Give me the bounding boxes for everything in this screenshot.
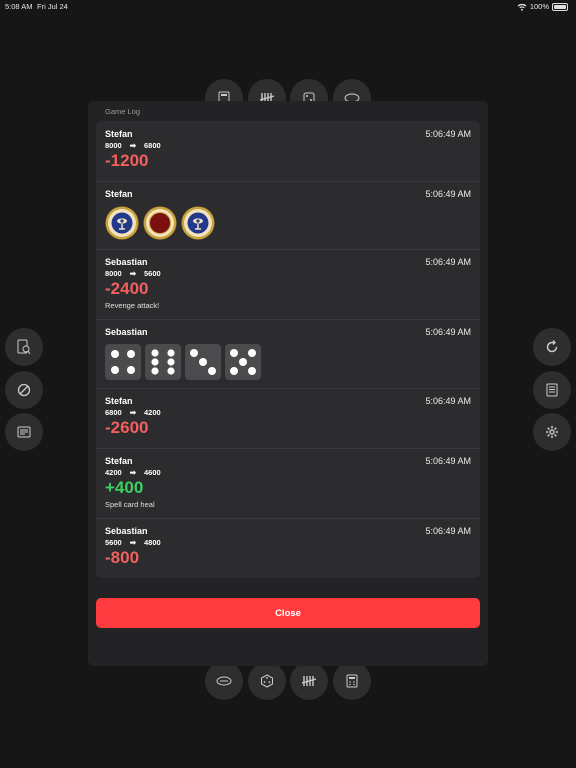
- life-from: 4200: [105, 468, 122, 477]
- settings-button[interactable]: [533, 413, 571, 451]
- life-delta: -1200: [105, 151, 149, 170]
- life-from: 6800: [105, 408, 122, 417]
- calculator-icon: [346, 674, 358, 688]
- life-to: 5600: [143, 269, 161, 278]
- entry-time: 5:06:49 AM: [425, 456, 471, 466]
- life-delta: +400: [105, 478, 144, 497]
- die-three-icon: [185, 344, 221, 380]
- wifi-icon: [517, 3, 527, 11]
- life-change: 4200 ➡ 4600: [105, 468, 161, 477]
- life-change: 6800 ➡ 4200: [105, 408, 161, 417]
- life-delta: -2400: [105, 279, 149, 298]
- gear-icon: [546, 426, 558, 438]
- battery-percent: 100%: [529, 2, 549, 11]
- coin-tails-icon: [143, 206, 177, 240]
- log-entry: Stefan 5:06:49 AM 6800 ➡ 4200 -2600: [96, 388, 480, 449]
- coin-heads-icon: [181, 206, 215, 240]
- dice-icon: [261, 674, 273, 688]
- life-to: 4600: [143, 468, 161, 477]
- player-name: Sebastian: [105, 327, 148, 337]
- status-right: 100%: [517, 2, 568, 11]
- coin-heads-icon: [105, 206, 139, 240]
- coin-button[interactable]: [205, 662, 243, 700]
- status-date: Fri Jul 24: [37, 2, 68, 11]
- player-name: Stefan: [105, 129, 133, 139]
- arrow-right-icon: ➡: [129, 538, 136, 547]
- life-change: 8000 ➡ 5600: [105, 269, 161, 278]
- entry-time: 5:06:49 AM: [425, 327, 471, 337]
- life-delta: -800: [105, 548, 140, 567]
- life-from: 8000: [105, 269, 122, 278]
- player-name: Sebastian: [105, 526, 148, 536]
- arrow-right-icon: ➡: [129, 269, 136, 278]
- coin-icon: [216, 676, 232, 686]
- calculator-button[interactable]: [333, 662, 371, 700]
- entry-note: Spell card heal: [105, 500, 155, 509]
- card-search-button[interactable]: [5, 328, 43, 366]
- reset-button[interactable]: [533, 328, 571, 366]
- player-name: Stefan: [105, 189, 133, 199]
- rulebook-button[interactable]: [5, 413, 43, 451]
- log-icon: [546, 383, 558, 397]
- coin-results: [105, 206, 215, 240]
- arrow-right-icon: ➡: [129, 141, 136, 150]
- life-to: 4800: [143, 538, 161, 547]
- reset-icon: [546, 340, 558, 353]
- tally-icon: [301, 676, 317, 686]
- book-icon: [17, 426, 31, 438]
- log-entry: Stefan 5:06:49 AM: [96, 181, 480, 250]
- game-log-modal: Game Log Stefan 5:06:49 AM 8000 ➡ 6800 -…: [88, 101, 488, 666]
- entry-note: Revenge attack!: [105, 301, 160, 310]
- life-to: 6800: [143, 141, 161, 150]
- player-name: Stefan: [105, 396, 133, 406]
- no-entry-icon: [17, 383, 31, 397]
- player-name: Sebastian: [105, 257, 148, 267]
- log-entry: Sebastian 5:06:49 AM 5600 ➡ 4800 -800: [96, 518, 480, 578]
- die-four-icon: [105, 344, 141, 380]
- close-button[interactable]: Close: [96, 598, 480, 628]
- entry-time: 5:06:49 AM: [425, 396, 471, 406]
- modal-title: Game Log: [105, 107, 141, 116]
- battery-icon: [552, 2, 568, 11]
- entry-time: 5:06:49 AM: [425, 189, 471, 199]
- no-entry-button[interactable]: [5, 371, 43, 409]
- log-entry: Stefan 5:06:49 AM 8000 ➡ 6800 -1200: [96, 121, 480, 182]
- life-delta: -2600: [105, 418, 149, 437]
- die-five-icon: [225, 344, 261, 380]
- log-entry: Sebastian 5:06:49 AM 8000 ➡ 5600 -2400 R…: [96, 249, 480, 320]
- game-log-list[interactable]: Stefan 5:06:49 AM 8000 ➡ 6800 -1200 Stef…: [96, 121, 480, 578]
- life-from: 5600: [105, 538, 122, 547]
- dice-results: [105, 344, 261, 380]
- entry-time: 5:06:49 AM: [425, 257, 471, 267]
- life-change: 8000 ➡ 6800: [105, 141, 161, 150]
- die-six-icon: [145, 344, 181, 380]
- arrow-right-icon: ➡: [129, 408, 136, 417]
- tally-button[interactable]: [290, 662, 328, 700]
- player-name: Stefan: [105, 456, 133, 466]
- life-to: 4200: [143, 408, 161, 417]
- status-bar: 5:08 AM Fri Jul 24 100%: [0, 0, 576, 12]
- game-log-button[interactable]: [533, 371, 571, 409]
- entry-time: 5:06:49 AM: [425, 129, 471, 139]
- arrow-right-icon: ➡: [129, 468, 136, 477]
- life-from: 8000: [105, 141, 122, 150]
- log-entry: Stefan 5:06:49 AM 4200 ➡ 4600 +400 Spell…: [96, 448, 480, 519]
- dice-button[interactable]: [248, 662, 286, 700]
- life-change: 5600 ➡ 4800: [105, 538, 161, 547]
- card-search-icon: [17, 339, 31, 355]
- log-entry: Sebastian 5:06:49 AM: [96, 319, 480, 389]
- status-time: 5:08 AM: [5, 2, 33, 11]
- entry-time: 5:06:49 AM: [425, 526, 471, 536]
